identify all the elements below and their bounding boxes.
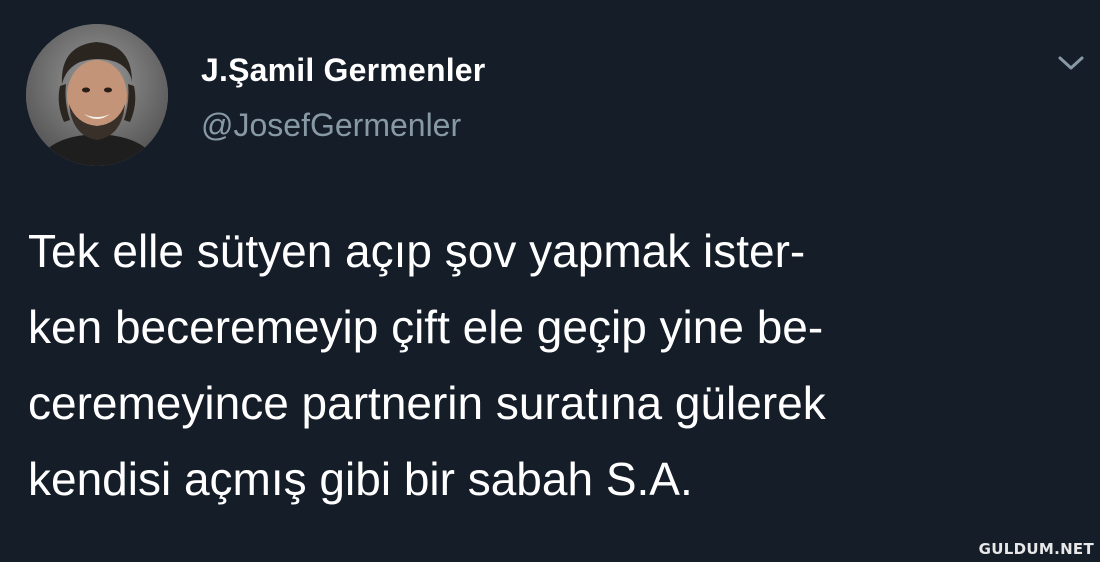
chevron-down-icon[interactable]: [1056, 52, 1086, 74]
avatar[interactable]: [26, 24, 168, 166]
tweet-text-line: ceremeyince partnerin suratına gülerek: [28, 377, 826, 429]
watermark: GULDUM.NET: [978, 540, 1094, 558]
tweet-text-line: Tek elle sütyen açıp şov yapmak ister-: [28, 225, 806, 277]
author-handle[interactable]: @JosefGermenler: [201, 107, 461, 144]
tweet-text-line: ken beceremeyip çift ele geçip yine be-: [28, 301, 824, 353]
tweet-card: J.Şamil Germenler @JosefGermenler Tek el…: [0, 0, 1100, 562]
tweet-text-line: kendisi açmış gibi bir sabah S.A.: [28, 453, 693, 505]
avatar-image: [26, 24, 168, 166]
tweet-text: Tek elle sütyen açıp şov yapmak ister- k…: [28, 213, 1078, 517]
author-display-name[interactable]: J.Şamil Germenler: [201, 52, 485, 89]
